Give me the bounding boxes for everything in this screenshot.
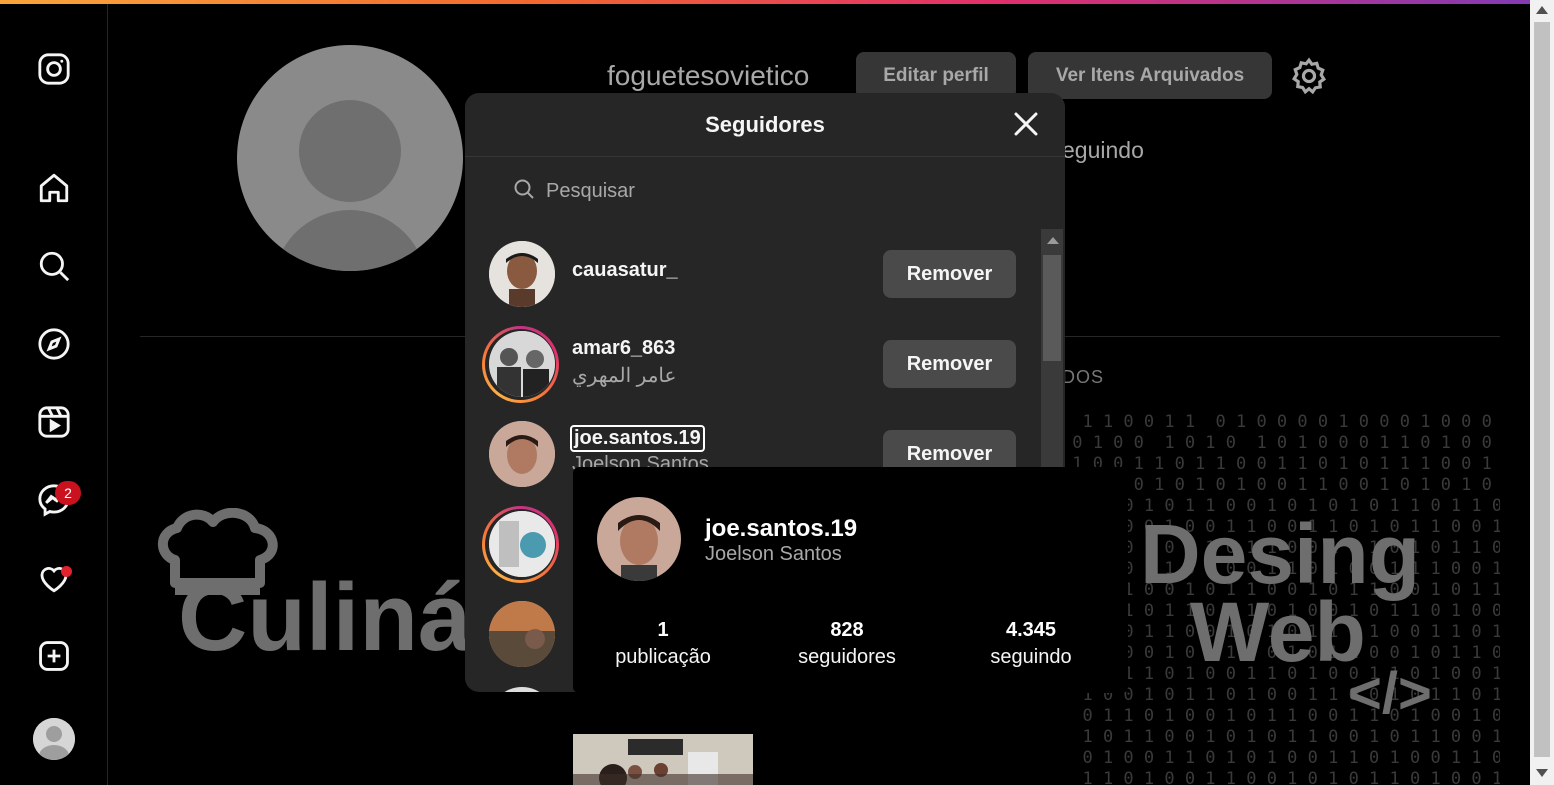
scroll-up-arrow-icon[interactable] [1047,237,1059,244]
tab-partial[interactable]: DOS [1062,367,1104,388]
remove-button[interactable]: Remover [883,340,1016,388]
instagram-logo-icon[interactable] [36,51,72,87]
follower-username[interactable]: joe.santos.19 [570,425,705,452]
scroll-thumb[interactable] [1043,255,1061,361]
stat-label: seguidores [798,646,896,668]
sidebar: 2 [0,4,108,785]
avatar[interactable] [489,687,555,692]
archive-button[interactable]: Ver Itens Arquivados [1028,52,1272,99]
avatar[interactable] [489,511,555,577]
stat-label: publicação [615,646,711,668]
home-icon[interactable] [36,170,72,206]
search-icon [512,177,536,206]
profile-picture[interactable] [237,45,463,271]
code-symbol-icon: </> [1348,661,1432,726]
following-count-partial[interactable]: eguindo [1062,137,1144,164]
follower-username[interactable]: cauasatur_ [572,259,678,282]
stat-label: seguindo [990,646,1072,668]
list-item[interactable]: amar6_863 عامر المهري Remover [465,319,1041,409]
list-item[interactable]: cauasatur_ Remover [465,229,1041,319]
remove-button[interactable]: Remover [883,250,1016,298]
reels-icon[interactable] [36,404,72,440]
explore-compass-icon[interactable] [36,326,72,362]
settings-gear-icon[interactable] [1290,57,1328,100]
stat-posts: 1 publicação [573,619,753,669]
highlight-culinaria-text: Culinár [178,564,509,671]
search-placeholder: Pesquisar [546,180,635,202]
highlight-desing-text: Desing [1140,507,1421,601]
user-hover-card: joe.santos.19 Joelson Santos 1 publicaçã… [573,467,1128,693]
avatar[interactable] [489,331,555,397]
stat-followers: 828 seguidores [757,619,937,669]
stat-value: 1 [657,619,669,641]
stat-following: 4.345 seguindo [941,619,1121,669]
create-plus-icon[interactable] [36,638,72,674]
page-scroll-thumb[interactable] [1534,22,1550,757]
profile-avatar[interactable] [33,718,75,760]
hovercard-username[interactable]: joe.santos.19 [705,515,857,543]
profile-username: foguetesovietico [607,60,810,91]
search-input[interactable]: Pesquisar [512,177,635,206]
stat-value: 4.345 [1005,619,1057,641]
messages-count-badge: 2 [55,481,81,505]
notification-dot [61,566,72,577]
post-thumbnail[interactable] [573,734,753,785]
close-icon[interactable] [1011,109,1041,139]
hovercard-avatar[interactable] [597,497,681,581]
follower-fullname: عامر المهري [572,365,677,387]
stat-value: 828 [830,619,864,641]
search-icon[interactable] [36,248,72,284]
avatar[interactable] [489,421,555,487]
highlight-web-text: Web [1190,585,1366,679]
avatar[interactable] [489,241,555,307]
avatar[interactable] [489,601,555,667]
edit-profile-button[interactable]: Editar perfil [856,52,1016,99]
modal-title: Seguidores [705,111,825,137]
scroll-down-icon[interactable] [1536,769,1548,777]
modal-header: Seguidores [465,93,1065,157]
page-scrollbar[interactable] [1530,0,1554,785]
hovercard-fullname: Joelson Santos [705,543,842,565]
top-gradient-bar [0,0,1530,4]
follower-username[interactable]: amar6_863 [572,337,675,360]
scroll-up-icon[interactable] [1536,6,1548,14]
